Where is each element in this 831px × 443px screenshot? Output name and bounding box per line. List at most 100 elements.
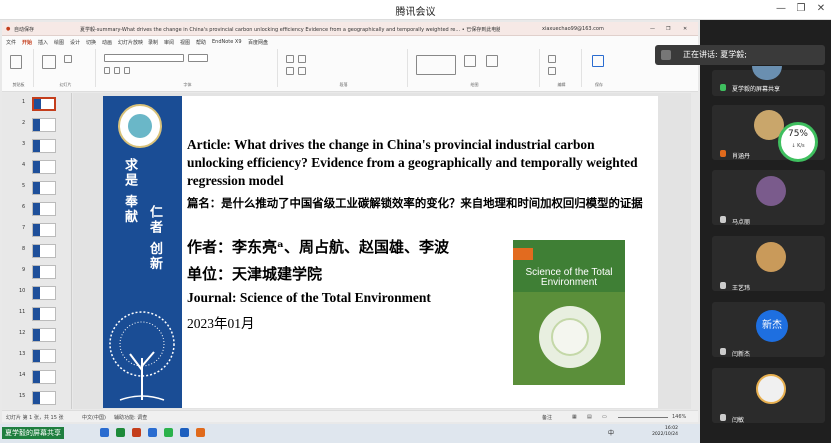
zoom-slider[interactable]: [618, 417, 668, 418]
participant-name: 王艺玮: [732, 285, 751, 292]
close-icon[interactable]: ✕: [812, 3, 830, 14]
italic-icon[interactable]: [114, 67, 120, 74]
explorer-icon[interactable]: [100, 428, 109, 437]
bold-icon[interactable]: [104, 67, 110, 74]
ppt-title-bar: ● 自动保存 夏学毅-summary-What drives the chang…: [2, 22, 698, 36]
find-icon[interactable]: [548, 55, 556, 63]
screen-share-label[interactable]: 夏学毅的屏幕共享: [2, 427, 64, 439]
ppt-logo-icon: ●: [6, 26, 11, 32]
ppt-document-title: 夏学毅-summary-What drives the change in Ch…: [80, 27, 500, 33]
new-slide-icon[interactable]: [42, 55, 56, 69]
system-clock[interactable]: 16:02 2022/10/24: [652, 426, 678, 438]
font-size-select[interactable]: [188, 54, 208, 62]
avatar-initials: 新杰: [756, 310, 788, 342]
accessibility-indicator[interactable]: 辅助功能: 调查: [114, 414, 147, 421]
replace-icon[interactable]: [548, 67, 556, 75]
layout-icon[interactable]: [64, 55, 72, 63]
thumbnail-slide[interactable]: [32, 181, 56, 195]
thumbnail-slide[interactable]: [32, 286, 56, 300]
thumb-number: 7: [22, 225, 26, 231]
baidu-save-icon[interactable]: [592, 55, 604, 67]
thumbnail-slide[interactable]: [32, 244, 56, 258]
align-left-icon[interactable]: [286, 67, 294, 75]
thumb-number: 11: [19, 309, 26, 315]
thumbnail-slide[interactable]: [32, 265, 56, 279]
calligraphy-left: 求是 奉献: [122, 158, 137, 225]
thumb-number: 12: [19, 330, 26, 336]
align-center-icon[interactable]: [298, 67, 306, 75]
thumbnail-slide[interactable]: [32, 223, 56, 237]
avatar: [756, 374, 786, 404]
bullets-icon[interactable]: [286, 55, 294, 63]
thumb-number: 1: [22, 99, 26, 105]
university-logo: [118, 104, 162, 148]
menu-item[interactable]: 绘图: [54, 39, 64, 46]
slide-thumbnail-pane: 1 2 3 4 5 6 7 8 9 10 11 12 13 14 15: [2, 93, 72, 409]
ppt-restore-icon[interactable]: ❐: [666, 26, 670, 32]
thumbnail-slide[interactable]: [32, 202, 56, 216]
ppt-status-bar: 幻灯片 第 1 张，共 15 张 中文(中国) 辅助功能: 调查 备注 ▦ ▤ …: [2, 410, 698, 422]
menu-item[interactable]: 审阅: [164, 39, 174, 46]
language-indicator[interactable]: 中文(中国): [82, 414, 106, 421]
menu-item[interactable]: EndNote X9: [212, 39, 242, 45]
menu-item[interactable]: 幻灯片放映: [118, 39, 143, 46]
menu-item[interactable]: 文件: [6, 39, 16, 46]
thumb-number: 3: [22, 141, 26, 147]
thumbnail-slide[interactable]: [32, 139, 56, 153]
thumbnail-slide[interactable]: [32, 307, 56, 321]
wechat-icon[interactable]: [164, 428, 173, 437]
minimize-icon[interactable]: —: [772, 3, 790, 14]
zoom-level[interactable]: 146%: [672, 414, 686, 420]
shapes-gallery-icon[interactable]: [416, 55, 456, 75]
paste-icon[interactable]: [10, 55, 22, 69]
ppt-ribbon: 剪贴板 幻灯片 字体 段落 绘图 编辑 保存: [2, 47, 698, 92]
menu-item[interactable]: 插入: [38, 39, 48, 46]
menu-item-active[interactable]: 开始: [22, 39, 32, 46]
taskbar-app-icon[interactable]: [196, 428, 205, 437]
ribbon-group-label: 保存: [595, 82, 603, 87]
thumbnail-slide[interactable]: [32, 328, 56, 342]
browser-icon[interactable]: [148, 428, 157, 437]
restore-icon[interactable]: ❐: [792, 3, 810, 14]
arrange-icon[interactable]: [464, 55, 476, 67]
numbering-icon[interactable]: [298, 55, 306, 63]
ppt-minimize-icon[interactable]: —: [650, 26, 655, 32]
ribbon-group-label: 剪贴板: [12, 82, 25, 87]
ppt-account: xiaxuechao99@163.com: [542, 26, 604, 32]
sorter-view-icon[interactable]: ▤: [587, 414, 592, 420]
font-name-select[interactable]: [104, 54, 184, 62]
menu-item[interactable]: 帮助: [196, 39, 206, 46]
menu-item[interactable]: 百度网盘: [248, 39, 268, 46]
app-icon[interactable]: [116, 428, 125, 437]
notes-button[interactable]: 备注: [542, 414, 552, 421]
thumb-number: 13: [19, 351, 26, 357]
speaker-avatar: [661, 50, 671, 60]
meeting-app-icon[interactable]: [180, 428, 189, 437]
menu-item[interactable]: 设计: [70, 39, 80, 46]
thumbnail-slide-1[interactable]: [32, 97, 56, 111]
ime-indicator[interactable]: 中: [608, 428, 614, 437]
thumb-number: 8: [22, 246, 26, 252]
participant-name: 闫敏: [732, 417, 745, 424]
menu-item[interactable]: 录制: [148, 39, 158, 46]
ppt-menu-bar: 文件 开始 插入 绘图 设计 切换 动画 幻灯片放映 录制 审阅 视图 帮助 E…: [2, 36, 698, 47]
normal-view-icon[interactable]: ▦: [572, 414, 577, 420]
thumbnail-slide[interactable]: [32, 349, 56, 363]
underline-icon[interactable]: [124, 67, 130, 74]
mic-muted-icon: [720, 414, 726, 421]
meeting-title-bar: 腾讯会议 — ❐ ✕: [0, 0, 831, 20]
powerpoint-icon[interactable]: [132, 428, 141, 437]
speaking-indicator: 正在讲话: 夏学毅;: [655, 45, 825, 65]
menu-item[interactable]: 视图: [180, 39, 190, 46]
thumbnail-slide[interactable]: [32, 370, 56, 384]
reading-view-icon[interactable]: ▭: [602, 414, 607, 420]
thumbnail-slide[interactable]: [32, 160, 56, 174]
autosave-toggle[interactable]: 自动保存: [14, 26, 34, 33]
thumbnail-slide[interactable]: [32, 391, 56, 405]
thumbnail-slide[interactable]: [32, 118, 56, 132]
article-title-cn: 篇名：是什么推动了中国省级工业碳解锁效率的变化？来自地理和时间加权回归模型的证据: [187, 196, 643, 210]
quick-styles-icon[interactable]: [486, 55, 498, 67]
ppt-close-icon[interactable]: ✕: [683, 26, 687, 32]
menu-item[interactable]: 切换: [86, 39, 96, 46]
menu-item[interactable]: 动画: [102, 39, 112, 46]
